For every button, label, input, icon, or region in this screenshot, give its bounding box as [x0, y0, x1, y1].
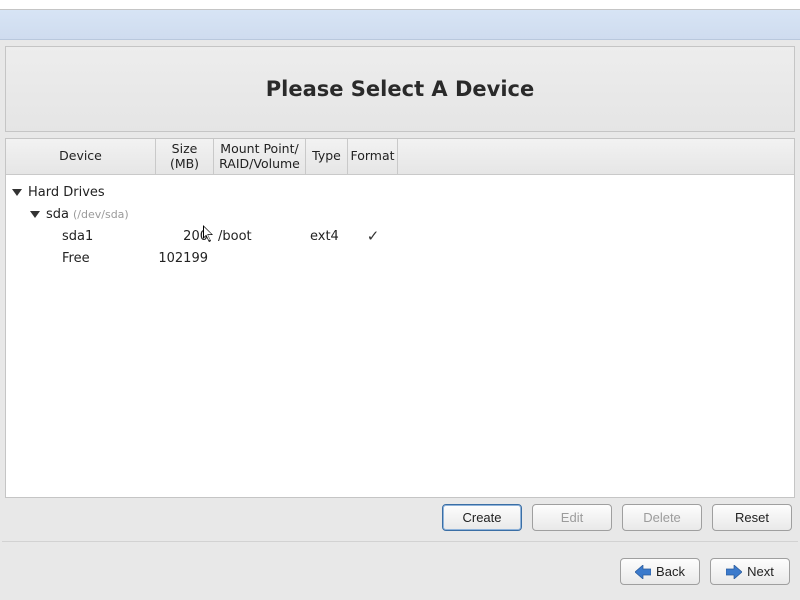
col-header-device[interactable]: Device: [6, 139, 156, 174]
back-button-label: Back: [656, 564, 685, 579]
disk-name: sda: [46, 207, 69, 222]
col-header-filler: [398, 139, 794, 174]
partition-size: 200: [156, 229, 214, 244]
col-header-type[interactable]: Type: [306, 139, 348, 174]
arrow-left-icon: [635, 565, 651, 579]
create-button[interactable]: Create: [442, 504, 522, 531]
edit-button-label: Edit: [561, 510, 583, 525]
free-size: 102199: [156, 251, 214, 266]
column-headers: Device Size (MB) Mount Point/ RAID/Volum…: [6, 139, 794, 175]
main-container: Please Select A Device Device Size (MB) …: [0, 40, 800, 595]
delete-button-label: Delete: [643, 510, 681, 525]
tree-row-partition[interactable]: sda1 200 /boot ext4 ✓: [6, 225, 794, 247]
page-title: Please Select A Device: [266, 77, 534, 101]
tree-row-free[interactable]: Free 102199: [6, 247, 794, 269]
reset-button[interactable]: Reset: [712, 504, 792, 531]
tree-row-harddrives[interactable]: Hard Drives: [6, 181, 794, 203]
reset-button-label: Reset: [735, 510, 769, 525]
arrow-right-icon: [726, 565, 742, 579]
title-panel: Please Select A Device: [5, 46, 795, 132]
col-header-size[interactable]: Size (MB): [156, 139, 214, 174]
partition-mount: /boot: [214, 229, 306, 244]
tree-row-disk[interactable]: sda (/dev/sda): [6, 203, 794, 225]
next-button-label: Next: [747, 564, 774, 579]
col-header-mount[interactable]: Mount Point/ RAID/Volume: [214, 139, 306, 174]
header-band: [0, 10, 800, 40]
expand-icon[interactable]: [30, 211, 40, 218]
expand-icon[interactable]: [12, 189, 22, 196]
partition-name: sda1: [62, 229, 93, 244]
free-label: Free: [62, 251, 90, 266]
device-tree-panel: Device Size (MB) Mount Point/ RAID/Volum…: [5, 138, 795, 498]
partition-type: ext4: [306, 229, 348, 244]
next-button[interactable]: Next: [710, 558, 790, 585]
checkmark-icon: ✓: [367, 227, 380, 245]
tree-label-harddrives: Hard Drives: [28, 185, 105, 200]
device-tree-body[interactable]: Hard Drives sda (/dev/sda) sda1 200 /boo…: [6, 175, 794, 497]
partition-format: ✓: [348, 227, 398, 245]
nav-button-row: Back Next: [2, 541, 798, 595]
create-button-label: Create: [462, 510, 501, 525]
edit-button: Edit: [532, 504, 612, 531]
window-top-strip: [0, 0, 800, 10]
col-header-format[interactable]: Format: [348, 139, 398, 174]
action-button-row: Create Edit Delete Reset: [2, 504, 798, 539]
delete-button: Delete: [622, 504, 702, 531]
back-button[interactable]: Back: [620, 558, 700, 585]
disk-path: (/dev/sda): [73, 208, 129, 221]
